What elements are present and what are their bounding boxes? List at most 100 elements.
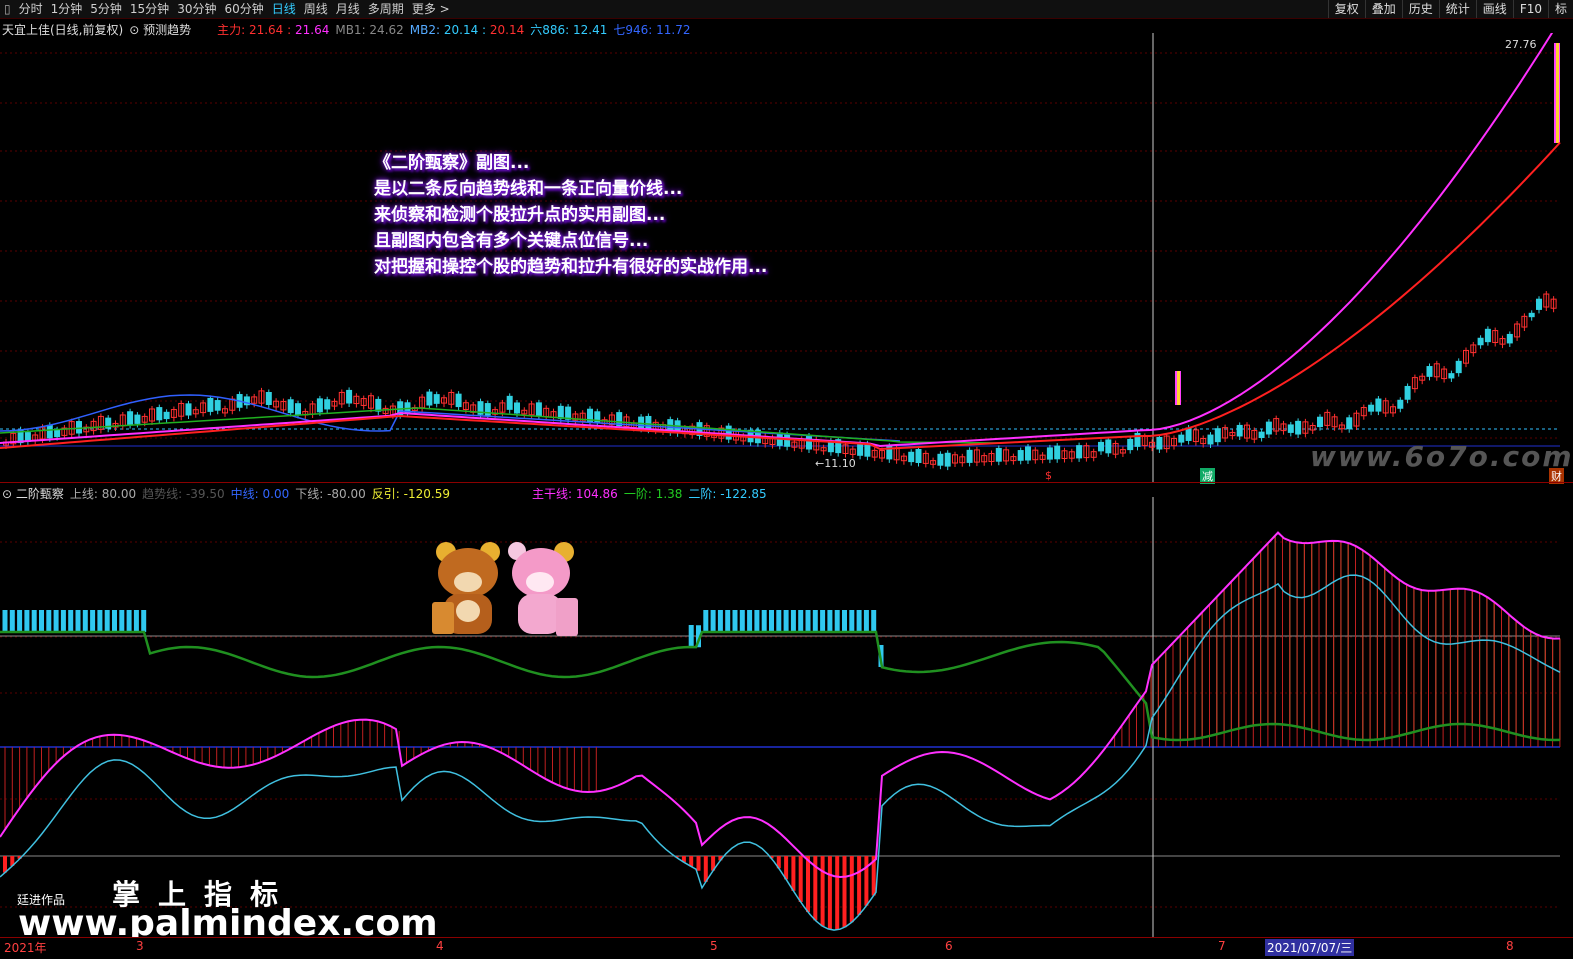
sub-bar-cyan [97,610,103,632]
sub-bar-cyan [9,610,15,632]
period-toolbar: ▯ 分时 1分钟 5分钟 15分钟 30分钟 60分钟 日线 周线 月线 多周期… [0,0,1573,19]
candle-body [535,402,542,417]
sub-bar-cyan [703,610,709,632]
sub-bar-cyan [17,610,23,632]
overlay-button[interactable]: 叠加 [1364,0,1402,18]
candle-body [1317,416,1323,428]
window-menu-icon[interactable]: ▯ [0,0,15,18]
candle-body [134,414,141,424]
candle-body [1506,333,1513,344]
annotation-line-5: 对把握和操控个股的趋势和拉升有很好的实战作用... [374,257,768,277]
candle-body [514,402,520,414]
sub-bar-cyan [790,610,796,632]
sub-bar-neg [696,856,701,871]
sub-bar-cyan [82,610,88,632]
sub-bar-cyan [754,610,760,632]
sub-bar-cyan [39,610,44,632]
candle-body [1287,424,1294,433]
date-year: 2021年 [4,941,47,955]
statistics-button[interactable]: 统计 [1438,0,1476,18]
tab-30min[interactable]: 30分钟 [173,0,220,18]
sub-bar-cyan [112,610,117,632]
mark-button[interactable]: 标 [1547,0,1573,18]
candle-body [156,407,163,421]
candle-body [163,411,170,420]
sub-bar-cyan [812,610,818,632]
candle-body [207,397,214,412]
sub-bar-cyan [141,610,147,632]
candle-body [1017,450,1024,461]
history-button[interactable]: 历史 [1401,0,1439,18]
candle-body [506,395,513,410]
candle-body [76,421,82,434]
date-march: 3 [136,939,144,953]
candle-body [1528,312,1535,318]
restore-rights-button[interactable]: 复权 [1327,0,1365,18]
main-candle-chart[interactable] [0,33,1573,483]
sub-bar-cyan [53,610,59,632]
sub-bar-cyan [2,610,8,632]
candle-body [557,405,564,419]
tab-monthly[interactable]: 月线 [332,0,364,18]
candle-body [1214,428,1221,443]
sub-bar-neg [857,856,862,915]
sub-bar-cyan [827,610,833,632]
date-july: 7 [1218,939,1226,953]
candle-body [1156,436,1163,450]
panel-separator[interactable] [0,482,1573,483]
sub-bar-neg [849,856,854,923]
candle-body [185,403,192,416]
marker-s: $ [1045,469,1052,482]
ma-magenta-line [0,33,1554,448]
candle-body [1127,438,1134,451]
candle-body [455,393,462,408]
sub-bar-cyan [688,625,694,647]
sub-bar-neg [842,856,847,928]
cursor-date: 2021/07/07/三 [1265,939,1355,956]
f10-button[interactable]: F10 [1512,0,1548,18]
candle-body [806,435,812,450]
sub-bar-neg [835,856,840,930]
tab-5min[interactable]: 5分钟 [86,0,126,18]
tab-60min[interactable]: 60分钟 [220,0,267,18]
sub-bar-neg [820,856,825,927]
tab-more[interactable]: 更多 > [408,0,454,18]
tab-1min[interactable]: 1分钟 [47,0,87,18]
annotation-line-2: 是以二条反向趋势线和一条正向量价线... [374,179,683,199]
candle-body [375,398,382,412]
draw-line-button[interactable]: 画线 [1475,0,1513,18]
candle-body [864,443,871,457]
sub-bar-cyan [776,610,782,632]
tab-weekly[interactable]: 周线 [300,0,332,18]
highlight-bar [1177,371,1180,405]
sub-bar-neg [791,856,796,891]
candle-body [324,399,331,410]
sub-bar-cyan [725,610,731,632]
bear-pink-image [506,540,580,638]
candles [3,43,1560,471]
candle-body [1054,445,1061,460]
sub-bar-neg [806,856,810,913]
candle-body [1098,441,1104,452]
date-june: 6 [945,939,953,953]
tab-multi-period[interactable]: 多周期 [364,0,408,18]
candle-body [1076,445,1083,459]
tab-daily[interactable]: 日线 [268,0,300,18]
candle-body [857,442,864,456]
tab-fenshi[interactable]: 分时 [15,0,47,18]
sub-bar-cyan [717,610,723,632]
candle-body [1265,421,1272,435]
candle-body [1368,404,1375,412]
candle-body [433,394,440,404]
candle-body [316,398,323,413]
sub-indicator-chart[interactable] [0,497,1573,937]
tab-15min[interactable]: 15分钟 [126,0,173,18]
candle-body [1207,434,1214,445]
moving-averages [0,33,1561,451]
annotation-line-1: 《二阶甄察》副图... [374,153,530,173]
candle-body [995,447,1002,462]
candle-body [265,391,272,405]
sub-bar-neg [798,856,803,903]
sub-bar-cyan [820,610,826,632]
sub-bar-neg [703,856,708,882]
